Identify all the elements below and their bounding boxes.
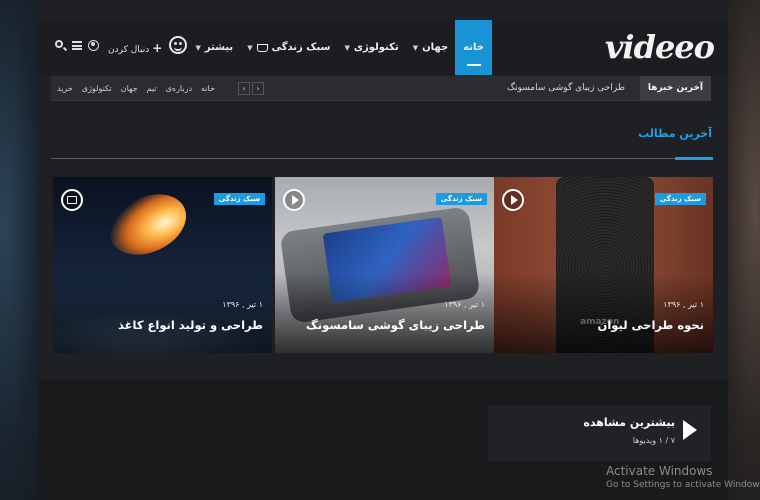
nav-item-world[interactable]: جهان ▼ bbox=[406, 20, 456, 75]
watermark-title: Activate Windows bbox=[606, 464, 713, 478]
top-links: خانه درباره‌ی تیم جهان تکنولوژی خرید bbox=[57, 76, 215, 101]
most-viewed-count: ۷ / ۱ ویدیوها bbox=[632, 436, 675, 445]
card-overlay bbox=[494, 273, 713, 353]
site-logo[interactable]: videeo bbox=[605, 28, 715, 66]
ticker-label: آخرین خبرها bbox=[639, 76, 711, 101]
category-badge[interactable]: سبک زندگی bbox=[213, 193, 265, 205]
nav-item-label: جهان bbox=[422, 42, 449, 53]
section-divider-accent bbox=[675, 157, 713, 160]
nav-item-more[interactable]: بیشتر ▼ bbox=[188, 20, 240, 75]
post-date: ۱ تیر , ۱۳۹۶ bbox=[444, 300, 485, 309]
nav-item-label: سبک زندگی bbox=[271, 42, 331, 53]
menu-icon[interactable] bbox=[72, 41, 82, 50]
nav-item-label: خانه bbox=[463, 42, 484, 53]
cup-icon bbox=[256, 43, 268, 52]
post-card[interactable]: سبک زندگی ۱ تیر , ۱۳۹۶ طراحی و تولید انو… bbox=[53, 177, 272, 353]
caret-down-icon: ▼ bbox=[344, 43, 350, 52]
post-title[interactable]: طراحی و تولید انواع کاغذ bbox=[118, 318, 263, 332]
section-title: آخرین مطالب bbox=[638, 127, 712, 140]
category-badge[interactable]: سبک زندگی bbox=[435, 193, 487, 205]
search-icon[interactable] bbox=[55, 40, 63, 48]
top-link[interactable]: درباره‌ی bbox=[166, 76, 192, 101]
breaking-news-bar: آخرین خبرها طراحی زیبای گوشی سامسونگ ‹ ›… bbox=[51, 76, 711, 101]
follow-button[interactable]: +دنبال کردن bbox=[108, 41, 162, 55]
post-date: ۱ تیر , ۱۳۹۶ bbox=[222, 300, 263, 309]
category-badge[interactable]: سبک زندگی bbox=[654, 193, 706, 205]
ticker-next-button[interactable]: › bbox=[252, 82, 264, 95]
plus-icon: + bbox=[152, 41, 163, 55]
most-viewed-widget[interactable]: بیشترین مشاهده ۷ / ۱ ویدیوها bbox=[488, 405, 711, 461]
post-card[interactable]: amazon سبک زندگی ۱ تیر , ۱۳۹۶ نحوه طراحی… bbox=[494, 177, 713, 353]
most-viewed-title: بیشترین مشاهده bbox=[583, 416, 675, 429]
post-date: ۱ تیر , ۱۳۹۶ bbox=[663, 300, 704, 309]
follow-label: دنبال کردن bbox=[108, 45, 150, 55]
top-link[interactable]: تیم bbox=[147, 76, 157, 101]
card-overlay bbox=[275, 273, 494, 353]
top-link[interactable]: خانه bbox=[201, 76, 215, 101]
nav-item-label: تکنولوژی bbox=[353, 42, 399, 53]
top-link[interactable]: جهان bbox=[121, 76, 138, 101]
camera-icon[interactable] bbox=[61, 189, 83, 211]
ticker-prev-button[interactable]: ‹ bbox=[238, 82, 250, 95]
play-icon[interactable] bbox=[502, 189, 524, 211]
nav-item-lifestyle[interactable]: سبک زندگی ▼ bbox=[240, 20, 337, 75]
site-header: videeo خانه جهان ▼ تکنولوژی ▼ سبک زندگی … bbox=[38, 20, 728, 75]
caret-down-icon: ▼ bbox=[412, 43, 419, 52]
card-overlay bbox=[53, 273, 272, 353]
watermark-subtitle: Go to Settings to activate Windows. bbox=[606, 480, 760, 490]
page-container: videeo خانه جهان ▼ تکنولوژی ▼ سبک زندگی … bbox=[38, 0, 728, 500]
post-card[interactable]: سبک زندگی ۱ تیر , ۱۳۹۶ طراحی زیبای گوشی … bbox=[275, 177, 494, 353]
nav-item-technology[interactable]: تکنولوژی ▼ bbox=[337, 20, 405, 75]
post-title[interactable]: طراحی زیبای گوشی سامسونگ bbox=[306, 318, 485, 332]
play-icon[interactable] bbox=[283, 189, 305, 211]
play-icon bbox=[683, 420, 697, 440]
meteor-image bbox=[100, 182, 196, 267]
ticker-arrows: ‹ › bbox=[238, 82, 264, 95]
caret-down-icon: ▼ bbox=[195, 43, 201, 52]
nav-item-label: بیشتر bbox=[204, 42, 234, 53]
section-divider bbox=[51, 158, 713, 159]
top-link[interactable]: تکنولوژی bbox=[82, 76, 112, 101]
main-nav: خانه جهان ▼ تکنولوژی ▼ سبک زندگی ▼ بیشتر… bbox=[188, 20, 492, 75]
top-link[interactable]: خرید bbox=[57, 76, 73, 101]
smiley-icon[interactable] bbox=[169, 36, 187, 54]
ticker-headline[interactable]: طراحی زیبای گوشی سامسونگ bbox=[507, 76, 625, 101]
post-title[interactable]: نحوه طراحی لیوان bbox=[598, 318, 704, 332]
user-icon[interactable] bbox=[88, 40, 99, 51]
windows-activation-watermark: Activate Windows Go to Settings to activ… bbox=[606, 464, 760, 490]
caret-down-icon: ▼ bbox=[247, 43, 253, 52]
nav-item-home[interactable]: خانه bbox=[455, 20, 492, 75]
